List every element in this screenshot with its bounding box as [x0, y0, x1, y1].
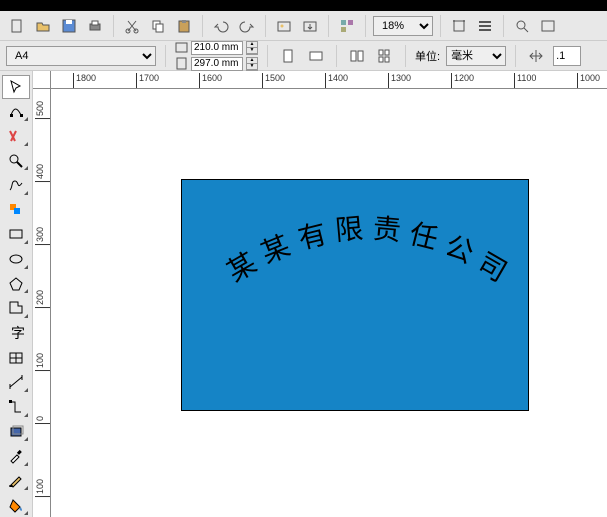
effects-tool[interactable]	[2, 420, 30, 444]
eyedropper-tool[interactable]	[2, 444, 30, 468]
vertical-ruler[interactable]: 5004003002001000100	[33, 89, 51, 517]
width-spinner[interactable]: ▲▼	[246, 41, 258, 55]
outline-tool[interactable]	[2, 469, 30, 493]
page-size-select[interactable]: A4	[6, 46, 156, 66]
svg-text:字: 字	[11, 325, 24, 341]
page-height-input[interactable]	[191, 57, 243, 71]
arc-text[interactable]: 某某有限责任公司	[182, 196, 528, 296]
copy-button[interactable]	[147, 15, 169, 37]
horizontal-ruler[interactable]: 180017001600150014001300120011001000	[51, 71, 607, 89]
smart-fill-tool[interactable]	[2, 198, 30, 222]
separator	[336, 45, 337, 67]
ellipse-tool[interactable]	[2, 247, 30, 271]
zoom-select[interactable]: 18%	[373, 16, 433, 36]
paste-button[interactable]	[173, 15, 195, 37]
canvas[interactable]: 某某有限责任公司	[51, 89, 607, 517]
separator	[202, 15, 203, 37]
text-tool[interactable]: 字	[2, 321, 30, 345]
landscape-button[interactable]	[305, 45, 327, 67]
crop-tool[interactable]	[2, 124, 30, 148]
facing-pages-button[interactable]	[346, 45, 368, 67]
standard-toolbar: 18%	[0, 11, 607, 41]
toolbox: 字	[0, 71, 33, 517]
save-button[interactable]	[58, 15, 80, 37]
polygon-tool[interactable]	[2, 272, 30, 296]
separator	[515, 45, 516, 67]
separator	[440, 15, 441, 37]
separator	[503, 15, 504, 37]
page-dimensions: ▲▼ ▲▼	[175, 41, 258, 71]
width-icon	[175, 41, 188, 54]
fill-tool[interactable]	[2, 493, 30, 517]
shape-tool[interactable]	[2, 100, 30, 124]
height-icon	[175, 57, 188, 70]
height-spinner[interactable]: ▲▼	[246, 57, 258, 71]
cut-button[interactable]	[121, 15, 143, 37]
separator	[113, 15, 114, 37]
export-button[interactable]	[299, 15, 321, 37]
property-toolbar: A4 ▲▼ ▲▼ 单位: 毫米	[0, 41, 607, 71]
separator	[267, 45, 268, 67]
redo-button[interactable]	[236, 15, 258, 37]
nudge-button[interactable]	[525, 45, 547, 67]
workarea: 字 180017001600150014001300120011001000 5…	[0, 71, 607, 517]
connector-tool[interactable]	[2, 395, 30, 419]
unit-select[interactable]: 毫米	[446, 46, 506, 66]
page-width-input[interactable]	[191, 41, 243, 55]
snap-button[interactable]	[448, 15, 470, 37]
undo-button[interactable]	[210, 15, 232, 37]
separator	[328, 15, 329, 37]
zoom-tool-button[interactable]	[511, 15, 533, 37]
table-tool[interactable]	[2, 346, 30, 370]
canvas-area: 180017001600150014001300120011001000 500…	[33, 71, 607, 517]
menubar	[0, 0, 607, 11]
blue-rectangle[interactable]: 某某有限责任公司	[181, 179, 529, 411]
print-button[interactable]	[84, 15, 106, 37]
dimension-tool[interactable]	[2, 370, 30, 394]
zoom-tool[interactable]	[2, 149, 30, 173]
separator	[265, 15, 266, 37]
separator	[165, 45, 166, 67]
freehand-tool[interactable]	[2, 173, 30, 197]
separator	[405, 45, 406, 67]
portrait-button[interactable]	[277, 45, 299, 67]
nudge-input[interactable]	[553, 46, 581, 66]
options-button[interactable]	[474, 15, 496, 37]
ruler-origin[interactable]	[33, 71, 51, 89]
rectangle-tool[interactable]	[2, 223, 30, 247]
app-launcher-button[interactable]	[336, 15, 358, 37]
unit-label: 单位:	[415, 48, 440, 64]
multi-page-button[interactable]	[374, 45, 396, 67]
fullscreen-button[interactable]	[537, 15, 559, 37]
pick-tool[interactable]	[2, 75, 30, 99]
basic-shapes-tool[interactable]	[2, 296, 30, 320]
open-button[interactable]	[32, 15, 54, 37]
new-button[interactable]	[6, 15, 28, 37]
separator	[365, 15, 366, 37]
import-button[interactable]	[273, 15, 295, 37]
